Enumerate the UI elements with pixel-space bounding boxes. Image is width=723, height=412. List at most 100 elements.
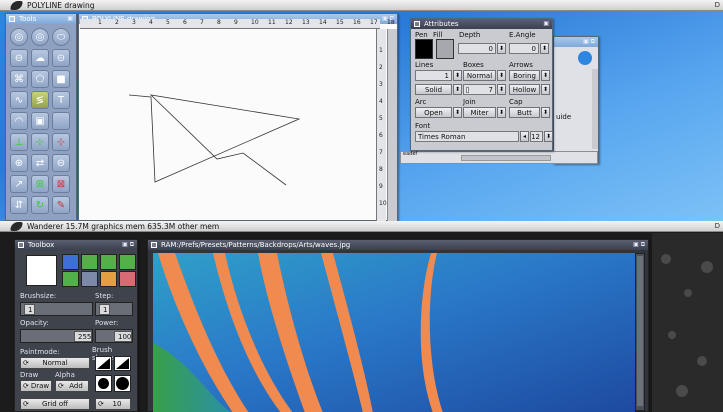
break-compound-tool-icon[interactable]: ⊹: [52, 133, 70, 151]
depth-gadget-icon[interactable]: ▣: [543, 20, 549, 27]
angle-field[interactable]: 0: [509, 43, 539, 54]
lines-width-field[interactable]: 1: [415, 70, 452, 81]
depth-gadget-icon[interactable]: ▣: [67, 15, 73, 22]
power-slider[interactable]: 100: [95, 329, 133, 343]
line-style-button[interactable]: Solid: [415, 84, 452, 95]
depth-gadget-icon[interactable]: ▣ ⧉: [633, 241, 645, 249]
open-spline-tool-icon[interactable]: ∿: [10, 91, 28, 109]
circle-tool-icon[interactable]: [119, 254, 136, 270]
screen-depth-gadget[interactable]: D: [715, 222, 720, 230]
pen-color-swatch[interactable]: [415, 39, 433, 59]
fill-tool-icon[interactable]: [100, 254, 117, 270]
step-slider[interactable]: 1: [95, 302, 133, 316]
arrow-style-button[interactable]: Hollow: [509, 84, 540, 95]
depth-stepper-icon[interactable]: ⬍: [497, 43, 506, 54]
close-gadget-icon[interactable]: [151, 242, 157, 248]
depth-gadget-icon[interactable]: ▣ ⧉: [122, 241, 134, 249]
image-scrollbar-knob[interactable]: [637, 256, 643, 406]
picker-tool-icon[interactable]: [81, 271, 98, 287]
arrow-style-icon[interactable]: ⬍: [541, 84, 550, 95]
angle-stepper-icon[interactable]: ⬍: [540, 43, 549, 54]
background-window-scrollbar[interactable]: [592, 69, 598, 149]
boxes-cycle-icon[interactable]: ⬍: [497, 70, 506, 81]
cap-cycle-button[interactable]: Butt: [509, 107, 540, 118]
font-size-stepper-icon[interactable]: ⬍: [544, 131, 553, 142]
delete-tool-icon[interactable]: ⊠: [52, 175, 70, 193]
boxes-cycle-button[interactable]: Normal: [463, 70, 496, 81]
font-name-field[interactable]: Times Roman: [415, 131, 519, 142]
hscroll-knob[interactable]: [461, 155, 551, 161]
line-style-icon[interactable]: ⬍: [453, 84, 462, 95]
closed-interp-spline-tool-icon[interactable]: ⌘: [10, 70, 28, 88]
close-gadget-icon[interactable]: [9, 16, 15, 22]
box-width-field[interactable]: 7: [463, 84, 496, 95]
circle-diameter-tool-icon[interactable]: ◎: [31, 28, 49, 46]
round-brush-small-icon[interactable]: [95, 375, 112, 392]
flip-tool-icon[interactable]: ⇵: [10, 196, 28, 214]
app-icon[interactable]: [578, 51, 592, 65]
align-tool-icon[interactable]: ⊥: [10, 133, 28, 151]
aros-logo-icon[interactable]: [10, 221, 23, 231]
rotate-tool-icon[interactable]: ↻: [31, 196, 49, 214]
compound-tool-icon[interactable]: ⊹: [31, 133, 49, 151]
add-point-tool-icon[interactable]: ⊕: [10, 154, 28, 172]
box-width-stepper-icon[interactable]: ⬍: [497, 84, 506, 95]
round-brush-large-icon[interactable]: [114, 375, 131, 392]
box-width-slider-knob[interactable]: [466, 87, 469, 93]
blank-tool-icon[interactable]: [52, 112, 70, 130]
screen-depth-gadget[interactable]: D: [715, 1, 720, 9]
depth-field[interactable]: 0: [458, 43, 496, 54]
ellipse-tool-icon[interactable]: ⬭: [52, 28, 70, 46]
ellipse-diameter-tool-icon[interactable]: ⊝: [52, 49, 70, 67]
close-gadget-icon[interactable]: [414, 21, 420, 27]
join-cycle-icon[interactable]: ⬍: [497, 107, 506, 118]
fill-color-swatch[interactable]: [436, 39, 454, 59]
circle-radius-tool-icon[interactable]: ◎: [10, 28, 28, 46]
font-size-field[interactable]: 12: [530, 131, 543, 142]
eraser-tool-icon[interactable]: [119, 271, 136, 287]
font-popup-icon[interactable]: ◂: [520, 131, 529, 142]
paintmode-cycle[interactable]: ⟳ Normal: [20, 357, 90, 369]
brushsize-slider[interactable]: 1: [20, 302, 93, 316]
polygon-tool-icon[interactable]: ⬠: [31, 70, 49, 88]
move-point-tool-icon[interactable]: ⇄: [31, 154, 49, 172]
grid-size-cycle[interactable]: ⟳ 10: [95, 398, 131, 410]
picture-tool-icon[interactable]: ▣: [31, 112, 49, 130]
drawing-canvas[interactable]: [79, 29, 375, 221]
join-cycle-button[interactable]: Miter: [463, 107, 496, 118]
drawing-scrollbar[interactable]: [387, 29, 397, 221]
line-tool-icon[interactable]: [62, 254, 79, 270]
polyline-tool-icon[interactable]: ≶: [31, 91, 49, 109]
alpha-cycle[interactable]: ⟳ Add: [55, 380, 89, 392]
draw-cycle[interactable]: ⟳ Draw: [20, 380, 52, 392]
aros-logo-icon[interactable]: [10, 0, 23, 10]
image-scrollbar[interactable]: [635, 253, 645, 411]
arrows-cycle-button[interactable]: Boring: [509, 70, 540, 81]
opacity-slider[interactable]: 255: [20, 329, 93, 343]
text-tool-icon[interactable]: T: [52, 91, 70, 109]
cap-cycle-icon[interactable]: ⬍: [541, 107, 550, 118]
move-tool-icon[interactable]: ↗: [10, 175, 28, 193]
background-window-hscroll[interactable]: eadef: [400, 151, 598, 164]
grid-cycle[interactable]: ⟳ Grid off: [20, 398, 90, 410]
ellipse-radius-tool-icon[interactable]: ⊖: [10, 49, 28, 67]
delete-point-tool-icon[interactable]: ⊖: [52, 154, 70, 172]
brush-tool-icon[interactable]: [100, 271, 117, 287]
image-canvas[interactable]: [153, 253, 635, 412]
arc-cycle-button[interactable]: Open: [415, 107, 452, 118]
closed-spline-tool-icon[interactable]: ☁: [31, 49, 49, 67]
arrows-cycle-icon[interactable]: ⬍: [541, 70, 550, 81]
wedge-brush-icon[interactable]: [114, 356, 131, 371]
copy-tool-icon[interactable]: ⊞: [31, 175, 49, 193]
shape-tool-icon[interactable]: [62, 271, 79, 287]
arc-tool-icon[interactable]: ◠: [10, 112, 28, 130]
square-brush-icon[interactable]: [95, 356, 112, 371]
color-preview[interactable]: [26, 255, 57, 286]
arc-cycle-icon[interactable]: ⬍: [453, 107, 462, 118]
freehand-tool-icon[interactable]: [81, 254, 98, 270]
depth-gadget-icon[interactable]: ▣ ⧉: [583, 38, 595, 46]
close-gadget-icon[interactable]: [18, 242, 24, 248]
edit-tool-icon[interactable]: ✎: [52, 196, 70, 214]
box-tool-icon[interactable]: ■: [52, 70, 70, 88]
lines-stepper-icon[interactable]: ⬍: [453, 70, 462, 81]
